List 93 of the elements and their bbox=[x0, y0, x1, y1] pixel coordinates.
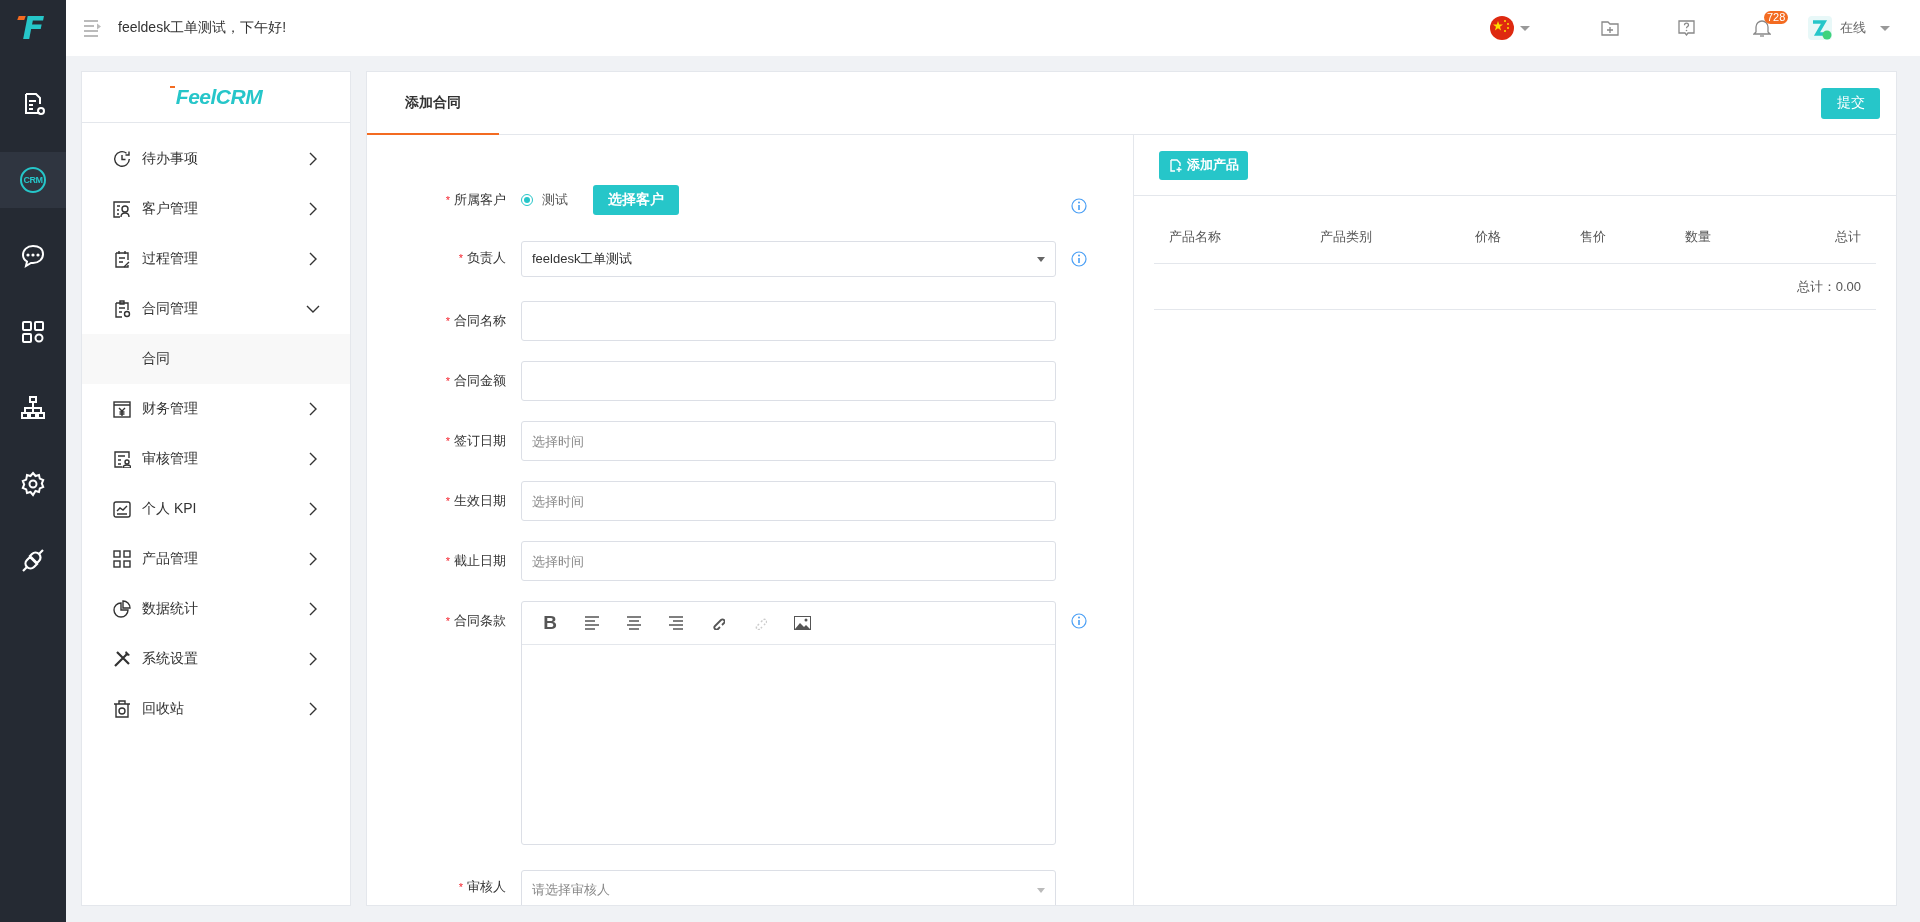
notification-count: 728 bbox=[1764, 11, 1789, 24]
column-header: 产品名称 bbox=[1169, 227, 1222, 246]
flag-icon bbox=[1490, 16, 1514, 40]
sidebar-item[interactable]: 个人 KPI bbox=[82, 484, 350, 534]
clipboard-pen-icon bbox=[113, 250, 131, 268]
bell-icon bbox=[1753, 19, 1771, 37]
caret-icon bbox=[1880, 25, 1890, 31]
logo-accent bbox=[169, 86, 175, 88]
caret-icon bbox=[1520, 25, 1530, 31]
select-field[interactable]: feeldesk工单测试 bbox=[521, 241, 1056, 277]
crm-icon: CRM bbox=[20, 167, 46, 193]
required-mark: * bbox=[445, 315, 450, 327]
help-icon bbox=[1677, 20, 1695, 36]
dropdown-caret-icon bbox=[1037, 256, 1045, 262]
sidebar-item[interactable]: 系统设置 bbox=[82, 634, 350, 684]
required-mark: * bbox=[458, 881, 463, 893]
tab[interactable]: 添加合同 bbox=[367, 72, 499, 135]
language-switcher[interactable] bbox=[1490, 16, 1530, 40]
rich-text-editor[interactable]: B bbox=[521, 601, 1056, 845]
sidebar-subitem[interactable]: 合同 bbox=[82, 334, 350, 384]
column-header: 售价 bbox=[1580, 227, 1607, 246]
radio-label: 测试 bbox=[542, 191, 568, 209]
required-mark: * bbox=[445, 495, 450, 507]
field-label: 合同名称 bbox=[454, 313, 506, 328]
select-field[interactable]: 请选择审核人 bbox=[521, 870, 1056, 905]
avatar-icon bbox=[1808, 16, 1832, 40]
sidebar-item[interactable]: 审核管理 bbox=[82, 434, 350, 484]
broken-link-icon bbox=[753, 616, 767, 630]
document-plus-icon bbox=[1168, 157, 1182, 173]
column-header: 价格 bbox=[1475, 227, 1502, 246]
menu-icon bbox=[84, 19, 102, 37]
sidebar-item[interactable]: 数据统计 bbox=[82, 584, 350, 634]
input-field[interactable]: 选择时间 bbox=[521, 481, 1056, 521]
feelcrm-logo: FeelCRM bbox=[175, 85, 263, 109]
user-menu[interactable]: 在线 bbox=[1808, 16, 1890, 40]
grid-icon bbox=[113, 550, 131, 568]
field-label: 合同金额 bbox=[454, 373, 506, 388]
yen-box-icon bbox=[113, 400, 131, 418]
link-icon bbox=[711, 616, 725, 630]
sidebar-item[interactable]: 回收站 bbox=[82, 684, 350, 734]
required-mark: * bbox=[445, 375, 450, 387]
required-mark: * bbox=[445, 555, 450, 567]
radio-option[interactable]: 测试 bbox=[521, 191, 568, 209]
sidebar-item[interactable]: 产品管理 bbox=[82, 534, 350, 584]
required-mark: * bbox=[445, 435, 450, 447]
image-icon bbox=[793, 616, 811, 630]
bold-button[interactable]: B bbox=[534, 609, 566, 637]
total-text: 总计：0.00 bbox=[1796, 277, 1861, 296]
required-mark: * bbox=[458, 252, 463, 264]
org-chart-icon bbox=[20, 395, 46, 421]
field-label: 截止日期 bbox=[454, 553, 506, 568]
required-mark: * bbox=[445, 194, 450, 206]
field-label: 生效日期 bbox=[454, 493, 506, 508]
sidebar-item[interactable]: 合同管理 bbox=[82, 284, 350, 334]
notifications-button[interactable] bbox=[1753, 19, 1771, 37]
field-label: 签订日期 bbox=[454, 433, 506, 448]
folder-plus-icon bbox=[1601, 19, 1619, 37]
status-text: 在线 bbox=[1840, 19, 1866, 37]
sidebar-item[interactable]: 待办事项 bbox=[82, 134, 350, 184]
field-label: 负责人 bbox=[467, 250, 506, 265]
input-field[interactable] bbox=[521, 301, 1056, 341]
chart-board-icon bbox=[113, 500, 131, 518]
input-field[interactable] bbox=[521, 361, 1056, 401]
pie-chart-icon bbox=[113, 600, 131, 618]
column-header: 总计 bbox=[1835, 227, 1861, 246]
input-field[interactable]: 选择时间 bbox=[521, 541, 1056, 581]
sidebar-item[interactable]: 客户管理 bbox=[82, 184, 350, 234]
tools-icon bbox=[113, 650, 131, 668]
greeting-text: feeldesk工单测试，下午好! bbox=[118, 19, 287, 37]
dropdown-caret-icon bbox=[1037, 887, 1045, 893]
input-field[interactable]: 选择时间 bbox=[521, 421, 1056, 461]
align-right-icon bbox=[669, 616, 683, 630]
align-center-icon bbox=[627, 616, 641, 630]
field-label: 所属客户 bbox=[454, 192, 506, 207]
column-header: 产品类别 bbox=[1320, 227, 1373, 246]
field-label: 审核人 bbox=[467, 879, 506, 894]
clock-icon bbox=[113, 150, 131, 168]
column-header: 数量 bbox=[1685, 227, 1712, 246]
trash-icon bbox=[113, 700, 131, 718]
clipboard-gear-icon bbox=[113, 300, 131, 318]
required-mark: * bbox=[445, 615, 450, 627]
rail-item[interactable]: CRM bbox=[0, 152, 66, 208]
field-label: 合同条款 bbox=[454, 613, 506, 628]
app-logo: F bbox=[22, 9, 44, 47]
sidebar-item[interactable]: 过程管理 bbox=[82, 234, 350, 284]
align-left-icon bbox=[585, 616, 599, 630]
plug-icon bbox=[20, 547, 46, 573]
chat-bubble-icon bbox=[20, 243, 46, 269]
document-person-icon bbox=[113, 450, 131, 468]
settings-icon bbox=[20, 471, 46, 497]
grid-gear-icon bbox=[20, 319, 46, 345]
sidebar-item[interactable]: 财务管理 bbox=[82, 384, 350, 434]
person-card-icon bbox=[113, 200, 131, 218]
